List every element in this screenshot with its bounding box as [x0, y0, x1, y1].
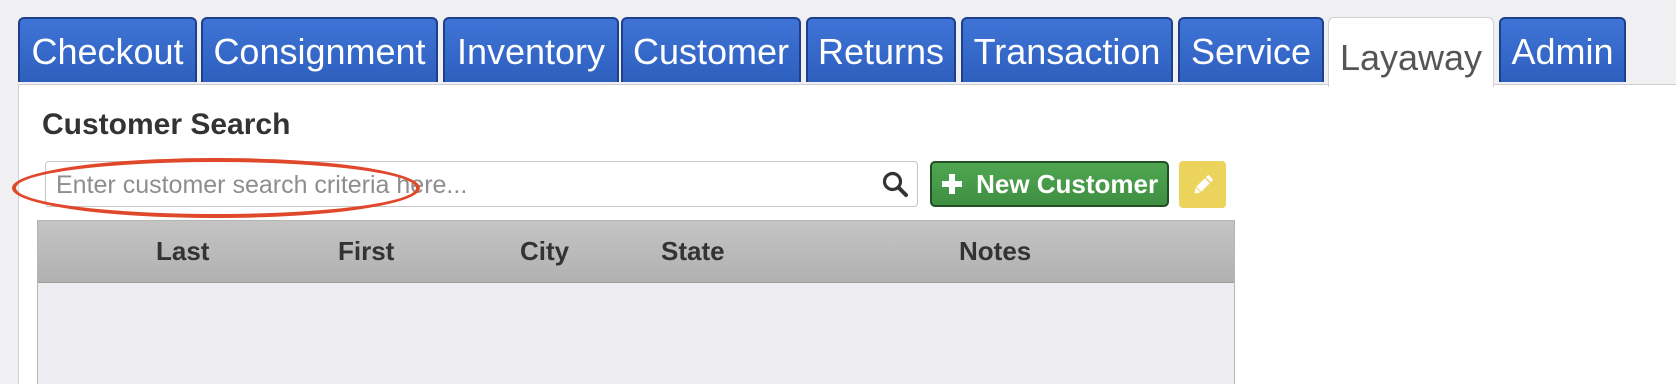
tab-customer[interactable]: Customer — [621, 17, 801, 82]
main-tab-strip: Checkout Consignment Inventory Customer … — [0, 0, 1676, 87]
grid-header: Last First City State Notes — [38, 221, 1234, 283]
tab-admin[interactable]: Admin — [1499, 17, 1626, 82]
edit-customer-button[interactable] — [1179, 161, 1226, 208]
plus-icon — [941, 169, 970, 199]
tab-returns[interactable]: Returns — [806, 17, 956, 82]
customer-search-input[interactable] — [54, 165, 858, 205]
column-header-notes[interactable]: Notes — [959, 221, 1031, 282]
customer-search-box — [45, 161, 918, 207]
tab-consignment[interactable]: Consignment — [201, 17, 438, 82]
tab-layaway[interactable]: Layaway — [1328, 17, 1494, 87]
page-title: Customer Search — [42, 108, 291, 141]
column-header-city[interactable]: City — [520, 221, 569, 282]
customer-results-grid: Last First City State Notes — [37, 220, 1235, 384]
tab-transaction[interactable]: Transaction — [961, 17, 1173, 82]
new-customer-button[interactable]: New Customer — [930, 161, 1169, 207]
search-icon[interactable] — [881, 170, 909, 198]
tab-inventory[interactable]: Inventory — [443, 17, 619, 82]
column-header-state[interactable]: State — [661, 221, 725, 282]
tab-service[interactable]: Service — [1178, 17, 1324, 82]
new-customer-label: New Customer — [976, 169, 1159, 199]
column-header-first[interactable]: First — [338, 221, 394, 282]
column-header-last[interactable]: Last — [156, 221, 209, 282]
tab-checkout[interactable]: Checkout — [18, 17, 197, 82]
